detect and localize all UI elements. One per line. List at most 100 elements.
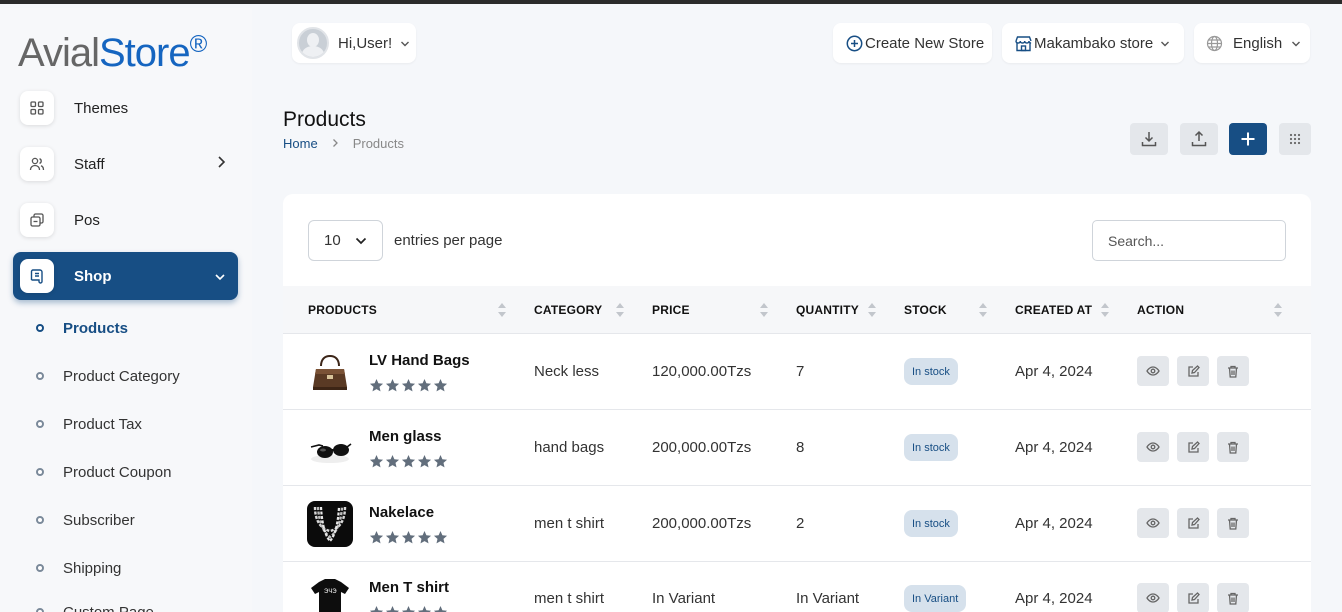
table-row[interactable]: Nakelace men t shirt 200,000.00Tzs 2 In … <box>283 486 1311 562</box>
store-icon <box>1014 35 1033 52</box>
star-icon <box>417 605 432 612</box>
star-icon <box>385 378 400 392</box>
search-input[interactable] <box>1092 220 1286 261</box>
rating-stars <box>369 454 448 469</box>
sidebar-item-shop[interactable]: Shop <box>13 252 238 300</box>
column-header-quantity[interactable]: QUANTITY <box>796 286 859 334</box>
sidebar-item-pos[interactable]: Pos <box>13 196 238 244</box>
entries-control: 10 entries per page <box>308 220 502 261</box>
add-product-button[interactable] <box>1229 123 1267 155</box>
delete-button[interactable] <box>1217 356 1249 386</box>
table-row[interactable]: ЭЧЭ Men T shirt men t shirt In Variant I… <box>283 562 1311 612</box>
column-header-category[interactable]: CATEGORY <box>534 286 602 334</box>
products-card: 10 entries per page PRODUCTS CATEGORY PR… <box>283 194 1311 612</box>
view-button[interactable] <box>1137 583 1169 612</box>
product-quantity: 8 <box>796 439 805 456</box>
column-header-label: ACTION <box>1137 303 1185 317</box>
edit-button[interactable] <box>1177 508 1209 538</box>
user-menu[interactable]: Hi,User! <box>292 23 416 63</box>
store-name: Makambako store <box>1034 34 1154 52</box>
column-header-created-at[interactable]: CREATED AT <box>1015 286 1092 334</box>
bullet-icon <box>36 372 44 380</box>
chevron-down-icon <box>214 269 226 287</box>
product-created-at: Apr 4, 2024 <box>1015 363 1093 380</box>
upload-button[interactable] <box>1180 123 1218 155</box>
column-header-products[interactable]: PRODUCTS <box>308 286 377 334</box>
view-button[interactable] <box>1137 432 1169 462</box>
product-price: In Variant <box>652 590 716 607</box>
star-icon <box>369 605 384 612</box>
star-icon <box>433 530 448 544</box>
star-icon <box>385 454 400 468</box>
breadcrumb-home-link[interactable]: Home <box>283 136 318 151</box>
stock-badge: In Variant <box>904 585 967 612</box>
sidebar-item-label: Pos <box>74 211 100 229</box>
column-header-label: QUANTITY <box>796 303 859 317</box>
edit-button[interactable] <box>1177 356 1209 386</box>
chevron-down-icon <box>355 237 367 245</box>
product-name[interactable]: Men glass <box>369 428 442 445</box>
store-selector[interactable]: Makambako store <box>1002 23 1184 63</box>
sidebar-subitem-product-category[interactable]: Product Category <box>36 364 180 388</box>
grid-dots-icon <box>1289 133 1301 145</box>
sort-icon <box>616 303 624 317</box>
grid-view-button[interactable] <box>1279 123 1311 155</box>
page-title: Products <box>283 108 366 131</box>
product-name[interactable]: LV Hand Bags <box>369 352 470 369</box>
product-quantity: 7 <box>796 363 805 380</box>
logo-registered-mark: ® <box>189 31 208 58</box>
sidebar-subitem-products[interactable]: Products <box>36 316 128 340</box>
trash-icon <box>1228 592 1238 605</box>
globe-icon <box>1206 35 1223 52</box>
sidebar-subitem-custom-page[interactable]: Custom Page <box>36 600 154 612</box>
sidebar-subitem-shipping[interactable]: Shipping <box>36 556 121 580</box>
bullet-icon <box>36 608 44 612</box>
view-button[interactable] <box>1137 356 1169 386</box>
delete-button[interactable] <box>1217 583 1249 612</box>
table-row[interactable]: Men glass hand bags 200,000.00Tzs 8 In s… <box>283 410 1311 486</box>
view-button[interactable] <box>1137 508 1169 538</box>
product-name[interactable]: Men T shirt <box>369 579 449 596</box>
edit-button[interactable] <box>1177 432 1209 462</box>
rating-stars <box>369 378 448 393</box>
table-row[interactable]: LV Hand Bags Neck less 120,000.00Tzs 7 I… <box>283 334 1311 410</box>
delete-button[interactable] <box>1217 508 1249 538</box>
edit-button[interactable] <box>1177 583 1209 612</box>
shop-icon <box>20 259 54 293</box>
eye-icon <box>1146 518 1160 528</box>
language-selector[interactable]: English <box>1194 23 1310 63</box>
trash-icon <box>1228 517 1238 530</box>
plus-icon <box>1240 131 1256 147</box>
entries-per-page-select[interactable]: 10 <box>308 220 383 261</box>
sidebar-item-themes[interactable]: Themes <box>13 84 238 132</box>
users-icon <box>20 147 54 181</box>
star-icon <box>433 605 448 612</box>
sidebar-item-staff[interactable]: Staff <box>13 140 238 188</box>
column-header-price[interactable]: PRICE <box>652 286 690 334</box>
product-category: men t shirt <box>534 590 605 607</box>
logo-text-avial: Avial <box>18 31 100 75</box>
star-icon <box>401 605 416 612</box>
create-store-button[interactable]: Create New Store <box>833 23 992 63</box>
sidebar-subitem-product-coupon[interactable]: Product Coupon <box>36 460 171 484</box>
sidebar-subitem-label: Product Category <box>63 367 180 385</box>
sidebar-subitem-subscriber[interactable]: Subscriber <box>36 508 135 532</box>
sort-icon <box>498 303 506 317</box>
product-name[interactable]: Nakelace <box>369 504 434 521</box>
download-button[interactable] <box>1130 123 1168 155</box>
star-icon <box>401 454 416 468</box>
sidebar: AvialStore® Themes Staff Pos Shop Produc… <box>0 8 252 612</box>
star-icon <box>417 530 432 544</box>
upload-icon <box>1190 130 1208 148</box>
eye-icon <box>1146 366 1160 376</box>
sort-icon <box>979 303 987 317</box>
breadcrumb-current: Products <box>352 136 404 151</box>
column-header-stock[interactable]: STOCK <box>904 286 947 334</box>
star-icon <box>417 454 432 468</box>
product-quantity: 2 <box>796 515 805 532</box>
app-logo[interactable]: AvialStore® <box>18 22 208 76</box>
star-icon <box>385 605 400 612</box>
edit-icon <box>1187 591 1200 604</box>
delete-button[interactable] <box>1217 432 1249 462</box>
sidebar-subitem-product-tax[interactable]: Product Tax <box>36 412 142 436</box>
